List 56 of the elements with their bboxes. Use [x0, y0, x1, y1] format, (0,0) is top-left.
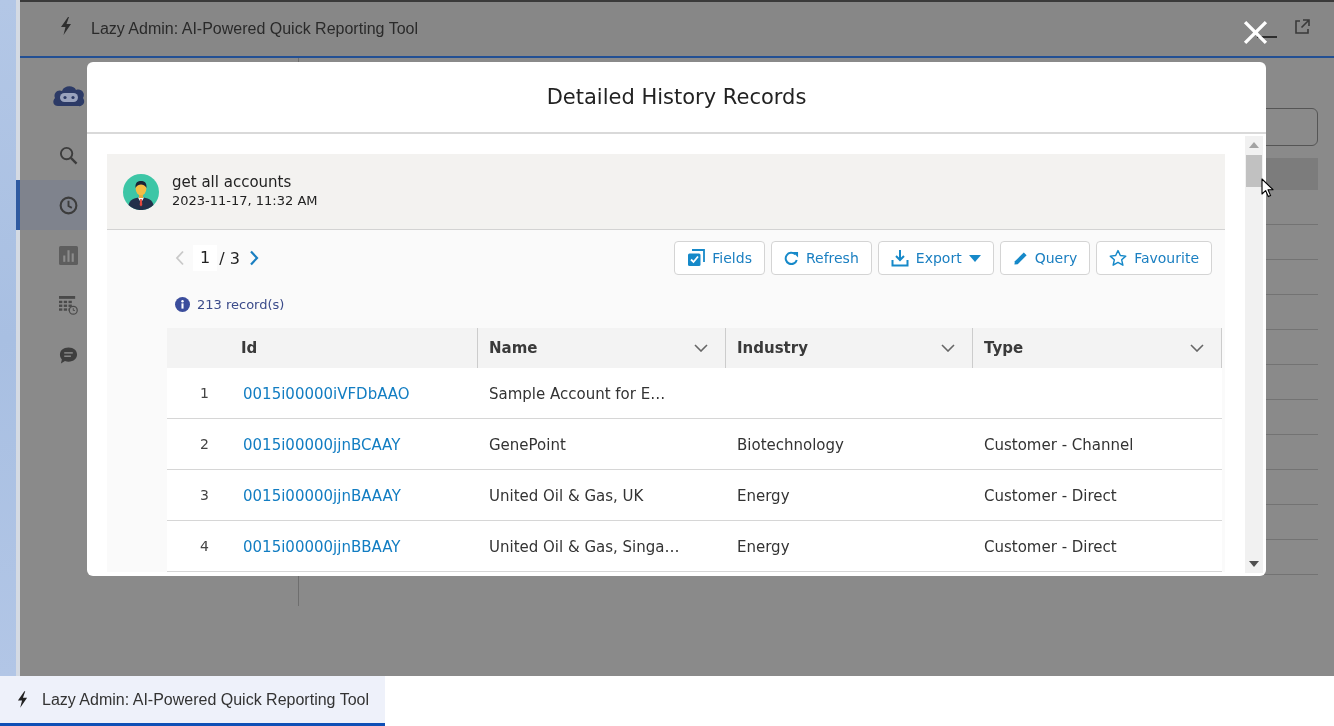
search-icon [59, 145, 78, 165]
toolbar-button[interactable]: Export [877, 241, 994, 275]
chat-bubble-icon [59, 345, 78, 365]
bar-chart-icon [59, 245, 78, 265]
scrollbar[interactable] [1245, 136, 1263, 573]
toolbar-button[interactable]: Favourite [1096, 241, 1212, 275]
table-cell: Customer - Channel [984, 435, 1134, 454]
pencil-icon [1012, 250, 1028, 266]
taskbar-tab[interactable]: Lazy Admin: AI-Powered Quick Reporting Tool [0, 676, 385, 726]
row-number: 1 [200, 385, 209, 401]
row-number: 4 [200, 538, 209, 554]
toolbar-button[interactable]: Refresh [770, 241, 872, 275]
chevron-down-icon[interactable] [1190, 344, 1204, 352]
minimize-icon[interactable] [1257, 36, 1277, 38]
clock-icon [59, 195, 78, 215]
page-total: / 3 [219, 248, 240, 268]
page-field[interactable]: 1 [193, 245, 218, 271]
close-button[interactable] [1243, 20, 1268, 45]
table-cell: Energy [737, 486, 790, 505]
table-cell: GenePoint [489, 435, 566, 454]
record-id-link[interactable]: 0015i00000jjnBCAAY [243, 435, 401, 454]
table-cell: Customer - Direct [984, 537, 1117, 556]
table-cell: Customer - Direct [984, 486, 1117, 505]
table-cell: Energy [737, 537, 790, 556]
scrollbar-thumb[interactable] [1246, 155, 1262, 187]
toolbar-button[interactable]: Query [999, 241, 1091, 275]
avatar-icon [123, 173, 159, 210]
robot-cloud-logo-icon [52, 84, 86, 108]
window-title: Lazy Admin: AI-Powered Quick Reporting Tool [91, 20, 418, 38]
modal-title: Detailed History Records [546, 85, 807, 109]
refresh-icon [783, 250, 799, 266]
table-clock-icon [59, 295, 78, 315]
row-number: 2 [200, 436, 209, 452]
toolbar-button[interactable]: Fields [674, 241, 765, 275]
table-cell: United Oil & Gas, Singa… [489, 537, 680, 556]
timestamp: 2023-11-17, 11:32 AM [172, 191, 318, 210]
caret-down-icon[interactable] [1249, 561, 1259, 567]
record-count: 213 record(s) [197, 296, 285, 312]
table-cell: Sample Account for E… [489, 384, 666, 403]
lightning-bolt-icon [60, 17, 72, 35]
info-icon [175, 296, 190, 312]
star-icon [1109, 249, 1128, 267]
download-icon [890, 249, 909, 267]
record-id-link[interactable]: 0015i00000jjnBAAAY [243, 486, 401, 505]
chevron-right-icon[interactable] [248, 250, 259, 266]
chevron-down-icon[interactable] [694, 344, 708, 352]
chevron-down-icon[interactable] [941, 344, 955, 352]
table-cell: Biotechnology [737, 435, 844, 454]
pop-out-icon[interactable] [1294, 19, 1310, 35]
record-id-link[interactable]: 0015i00000jjnBBAAY [243, 537, 401, 556]
row-number: 3 [200, 487, 209, 503]
table-cell: United Oil & Gas, UK [489, 486, 644, 505]
lightning-bolt-icon [17, 691, 28, 708]
stacked-checkbox-icon [687, 249, 706, 267]
query-text: get all accounts [172, 171, 293, 192]
record-id-link[interactable]: 0015i00000iVFDbAAO [243, 384, 410, 403]
